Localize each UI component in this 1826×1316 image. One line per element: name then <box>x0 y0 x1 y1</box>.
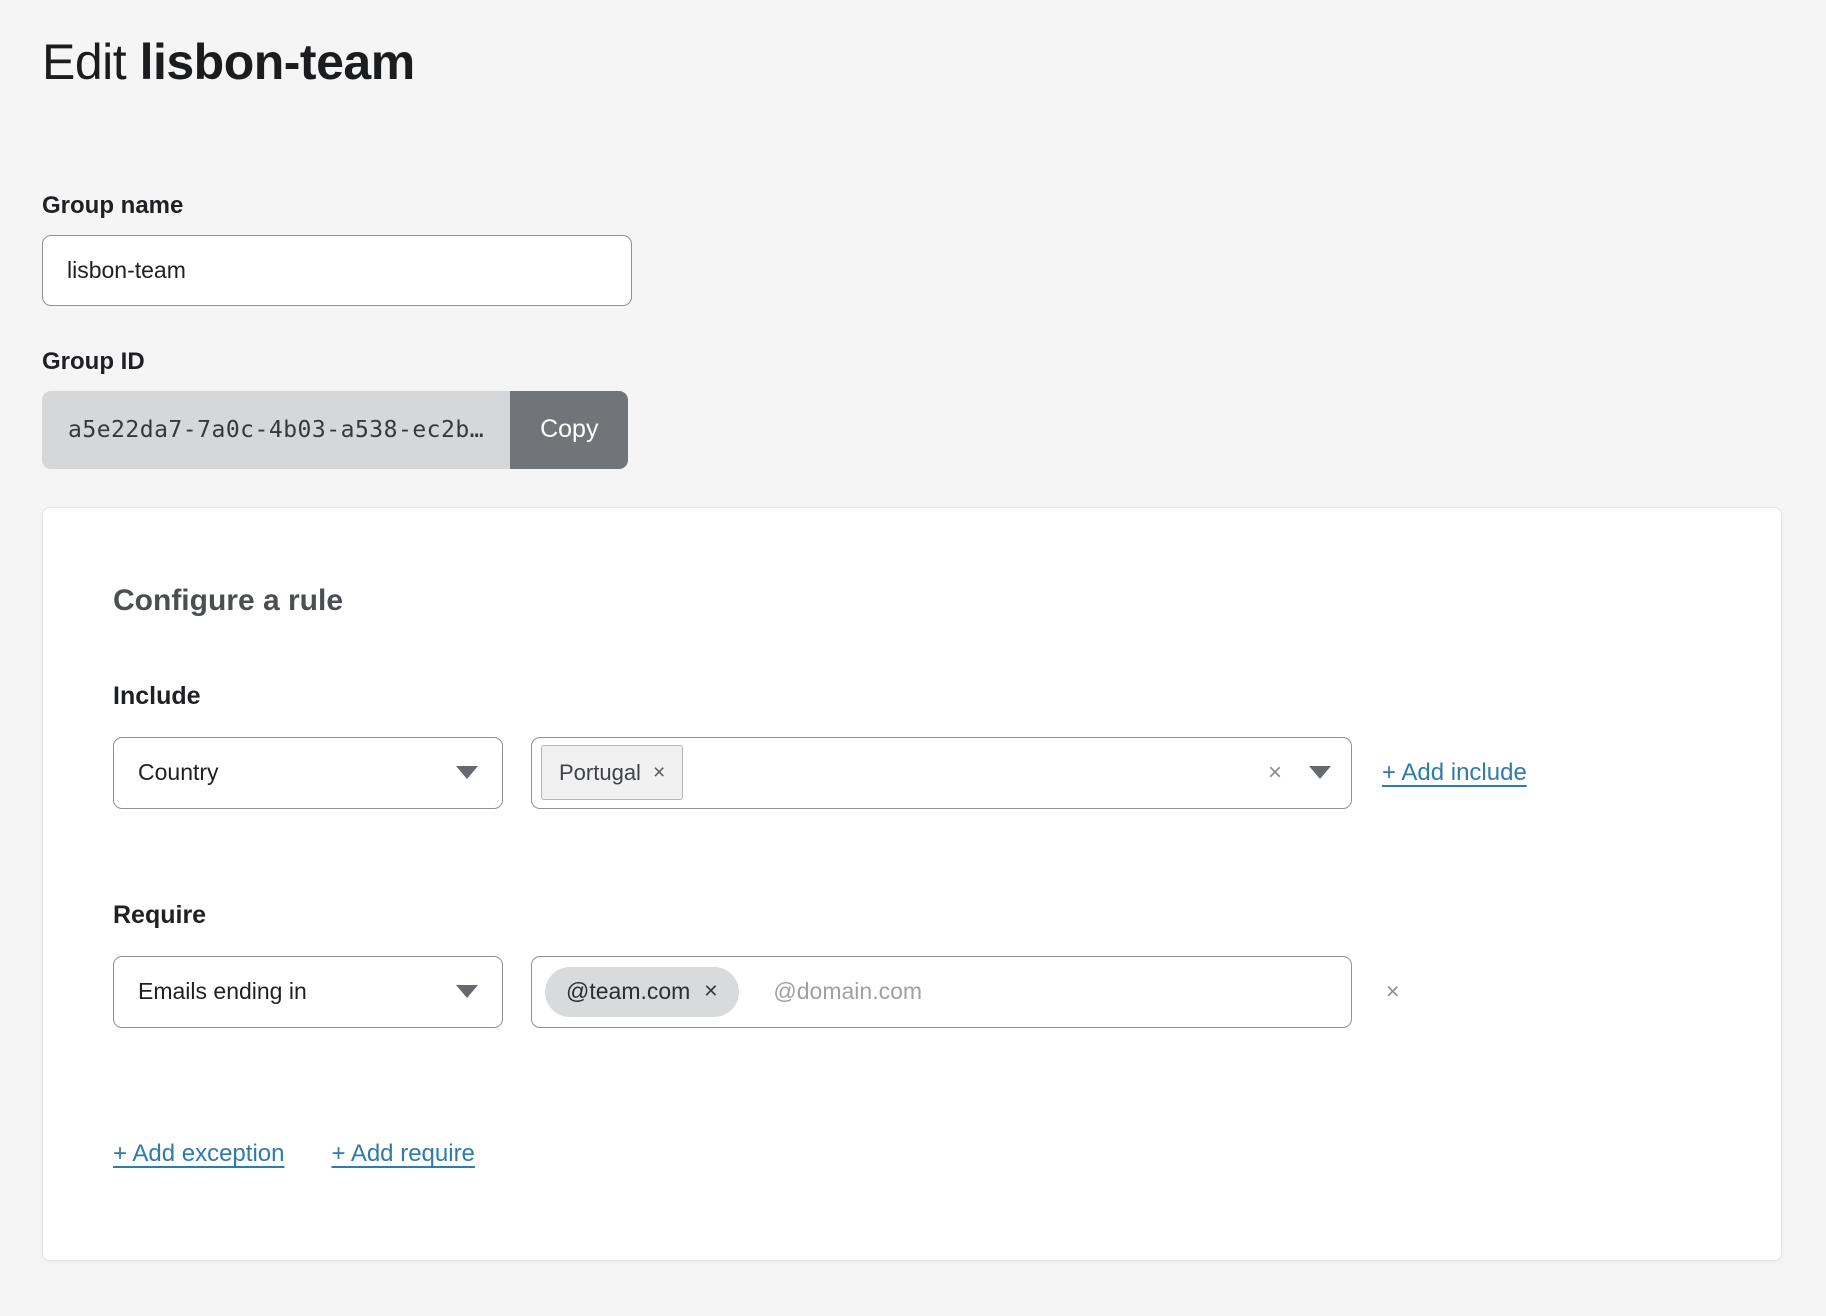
include-value-box[interactable]: Portugal × × <box>531 737 1352 809</box>
remove-rule-icon[interactable]: × <box>1386 980 1399 1003</box>
chevron-down-icon[interactable] <box>1309 766 1331 779</box>
include-rule-row: Country Portugal × × + Add include <box>113 737 1711 809</box>
require-chip-team-com: @team.com ✕ <box>545 967 739 1017</box>
chip-remove-icon[interactable]: × <box>653 761 665 785</box>
copy-button[interactable]: Copy <box>510 391 628 469</box>
require-selector-dropdown[interactable]: Emails ending in <box>113 956 503 1028</box>
include-box-icons: × <box>1268 761 1331 785</box>
include-chip-portugal: Portugal × <box>541 745 683 800</box>
group-id-label: Group ID <box>42 348 1784 376</box>
group-name-label: Group name <box>42 192 1784 220</box>
include-section-label: Include <box>113 682 1711 711</box>
require-rule-row: Emails ending in @team.com ✕ @domain.com… <box>113 956 1711 1028</box>
include-selector-value: Country <box>138 759 219 786</box>
require-value-box[interactable]: @team.com ✕ @domain.com <box>531 956 1352 1028</box>
require-selector-value: Emails ending in <box>138 978 307 1005</box>
edit-group-page: Edit lisbon-team Group name Group ID a5e… <box>0 0 1826 1316</box>
add-require-link[interactable]: + Add require <box>331 1140 474 1168</box>
rule-card: Configure a rule Include Country Portuga… <box>42 507 1782 1261</box>
require-input-placeholder: @domain.com <box>773 978 922 1005</box>
include-selector-dropdown[interactable]: Country <box>113 737 503 809</box>
page-title-action: Edit <box>42 34 140 90</box>
group-name-input[interactable] <box>42 235 632 306</box>
clear-icon[interactable]: × <box>1268 761 1282 785</box>
group-id-value: a5e22da7-7a0c-4b03-a538-ec2b… <box>42 391 510 469</box>
rule-footer-links: + Add exception + Add require <box>113 1140 1711 1168</box>
add-include-link[interactable]: + Add include <box>1382 759 1527 787</box>
group-id-widget: a5e22da7-7a0c-4b03-a538-ec2b… Copy <box>42 391 628 469</box>
require-section-label: Require <box>113 901 1711 930</box>
rule-card-heading: Configure a rule <box>113 584 1711 618</box>
chip-remove-icon[interactable]: ✕ <box>703 981 718 1002</box>
add-exception-link[interactable]: + Add exception <box>113 1140 284 1168</box>
chevron-down-icon <box>456 766 478 779</box>
page-title: Edit lisbon-team <box>42 34 1784 92</box>
chevron-down-icon <box>456 985 478 998</box>
require-chip-label: @team.com <box>566 978 690 1005</box>
include-chip-label: Portugal <box>559 760 641 786</box>
page-title-group-name: lisbon-team <box>140 34 415 90</box>
